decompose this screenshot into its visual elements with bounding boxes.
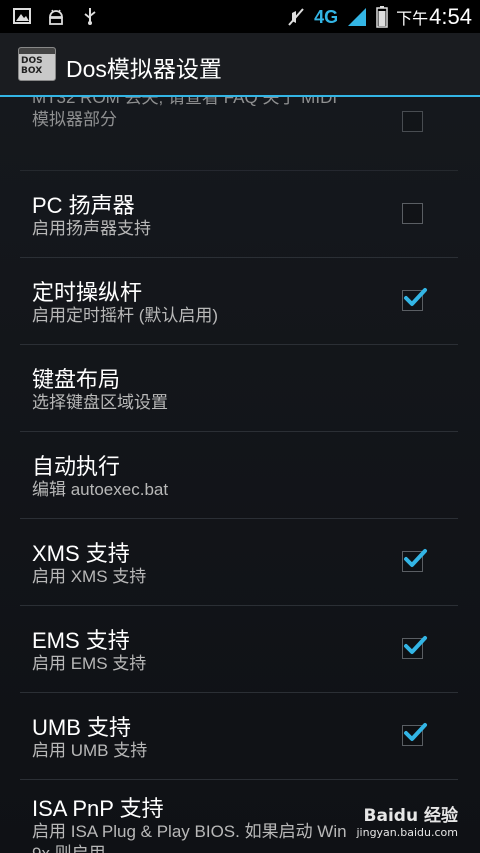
status-bar: 4G 下午 4:54 <box>0 0 480 33</box>
preference-checkbox[interactable] <box>402 723 427 746</box>
preference-item[interactable]: 键盘布局 选择键盘区域设置 <box>20 344 458 432</box>
preference-title: ISA PnP 支持 <box>32 796 164 821</box>
preference-title: 键盘布局 <box>32 367 121 392</box>
preference-summary: 编辑 autoexec.bat <box>32 479 168 501</box>
app-icon-label: DOS BOX <box>21 56 43 76</box>
mute-icon <box>288 8 304 26</box>
preference-summary-line: 启用扬声器支持 <box>32 219 151 238</box>
preference-summary: 启用 EMS 支持 <box>32 653 146 675</box>
preference-checkbox[interactable] <box>402 636 427 659</box>
image-icon <box>13 8 31 24</box>
network-type: 4G <box>314 6 339 27</box>
preference-summary-line: 启用定时摇杆 (默认启用) <box>32 306 219 325</box>
watermark-brand: Baidu 经验 <box>363 806 458 826</box>
checkmark-icon <box>404 636 427 654</box>
signal-icon <box>348 8 367 26</box>
preference-title: UMB 支持 <box>32 715 132 740</box>
checkmark-icon <box>404 549 427 567</box>
preference-summary-line: 编辑 autoexec.bat <box>32 480 169 499</box>
preference-checkbox[interactable] <box>402 549 427 572</box>
clock: 下午 4:54 <box>396 4 472 30</box>
preference-checkbox[interactable] <box>402 111 423 132</box>
checkmark-icon <box>404 723 427 741</box>
android-icon <box>49 9 63 25</box>
preference-title: 定时操纵杆 <box>32 280 143 305</box>
preference-summary-line: 启用 XMS 支持 <box>32 567 147 586</box>
preference-summary-line: 9x 则启用 <box>32 843 347 853</box>
status-bar-system: 4G 下午 4:54 <box>286 3 472 31</box>
preference-item[interactable]: 定时操纵杆 启用定时摇杆 (默认启用) <box>20 257 458 345</box>
preference-summary: 启用 XMS 支持 <box>32 566 146 588</box>
preference-item[interactable]: XMS 支持 启用 XMS 支持 <box>20 518 458 606</box>
preference-item[interactable]: MT-32 Midi 仿真MT32 ROM 丢失, 请查看 FAQ 关于 MID… <box>20 97 458 171</box>
app-icon[interactable]: DOS BOX <box>18 47 56 81</box>
preference-title: PC 扬声器 <box>32 193 135 218</box>
preference-summary: 启用定时摇杆 (默认启用) <box>32 305 218 327</box>
clock-ampm: 下午 <box>396 11 429 28</box>
preference-checkbox[interactable] <box>402 288 427 311</box>
battery-icon <box>376 6 388 28</box>
preference-summary: 选择键盘区域设置 <box>32 392 168 414</box>
preference-item[interactable]: PC 扬声器 启用扬声器支持 <box>20 170 458 258</box>
preference-title: XMS 支持 <box>32 541 130 566</box>
watermark: Baidu 经验 jingyan.baidu.com <box>356 801 458 839</box>
preferences-list[interactable]: MT-32 Midi 仿真MT32 ROM 丢失, 请查看 FAQ 关于 MID… <box>0 97 480 853</box>
preference-checkbox[interactable] <box>402 203 423 224</box>
preference-summary-line: 启用 ISA Plug & Play BIOS. 如果启动 Win <box>32 822 347 841</box>
watermark-url: jingyan.baidu.com <box>356 826 458 839</box>
page-title: Dos模拟器设置 <box>66 56 222 82</box>
preference-summary-line: 启用 EMS 支持 <box>32 654 147 673</box>
preference-summary: 启用 ISA Plug & Play BIOS. 如果启动 Win 9x 则启用 <box>32 821 347 853</box>
preference-summary-line: MT32 ROM 丢失, 请查看 FAQ 关于 MIDI <box>32 97 338 107</box>
preference-title: EMS 支持 <box>32 628 130 653</box>
preference-summary: 启用扬声器支持 <box>32 218 151 240</box>
preference-summary: MT32 ROM 丢失, 请查看 FAQ 关于 MIDI 模拟器部分 <box>32 97 337 131</box>
preference-item[interactable]: UMB 支持 启用 UMB 支持 <box>20 692 458 780</box>
preference-item[interactable]: 自动执行 编辑 autoexec.bat <box>20 431 458 519</box>
preference-title: 自动执行 <box>32 454 121 479</box>
preference-item[interactable]: EMS 支持 启用 EMS 支持 <box>20 605 458 693</box>
preference-summary-line: 模拟器部分 <box>32 110 117 129</box>
status-bar-notifications <box>12 6 100 26</box>
preference-summary-line: 启用 UMB 支持 <box>32 741 148 760</box>
clock-time: 4:54 <box>429 4 472 29</box>
usb-icon <box>84 8 96 25</box>
action-bar: DOS BOX Dos模拟器设置 <box>0 33 480 97</box>
checkmark-icon <box>404 288 427 306</box>
preference-summary-line: 选择键盘区域设置 <box>32 393 168 412</box>
preference-summary: 启用 UMB 支持 <box>32 740 147 762</box>
